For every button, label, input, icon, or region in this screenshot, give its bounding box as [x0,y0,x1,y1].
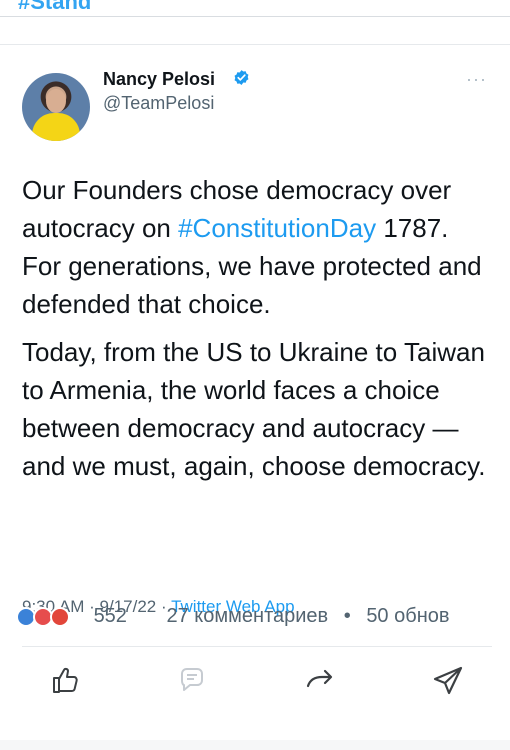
post-actions [0,660,510,700]
comment-icon[interactable] [172,660,212,700]
thumbs-up-icon[interactable] [44,660,84,700]
avatar-face [46,89,66,113]
more-options-icon[interactable]: ··· [466,69,487,90]
reaction-count[interactable]: 552 [94,605,127,627]
author-name[interactable]: Nancy Pelosi [103,69,215,90]
reactions-bar[interactable]: 552 27 комментариев • 50 обнов [16,605,510,633]
actions-divider [22,646,492,647]
comment-count[interactable]: 27 комментариев [167,605,329,627]
tweet-paragraph-2: Today, from the US to Ukraine to Taiwan … [22,337,486,481]
bottom-edge [0,740,510,750]
previous-post-edge: #Stand [0,0,510,17]
tweet-text: Our Founders chose democracy over autocr… [22,171,492,495]
verified-badge-icon [234,70,249,85]
reaction-icons [16,606,82,628]
heart-reaction-icon [50,606,70,627]
avatar-shirt [32,113,80,141]
share-arrow-icon[interactable] [300,660,340,700]
share-count[interactable]: 50 обнов [366,605,449,627]
send-icon[interactable] [428,660,468,700]
avatar[interactable] [22,73,90,141]
previous-hashtag: #Stand [18,0,92,14]
author-handle[interactable]: @TeamPelosi [103,93,214,114]
tweet-paragraph-1: Our Founders chose democracy over autocr… [22,175,482,319]
hashtag-link[interactable]: #ConstitutionDay [178,213,376,243]
